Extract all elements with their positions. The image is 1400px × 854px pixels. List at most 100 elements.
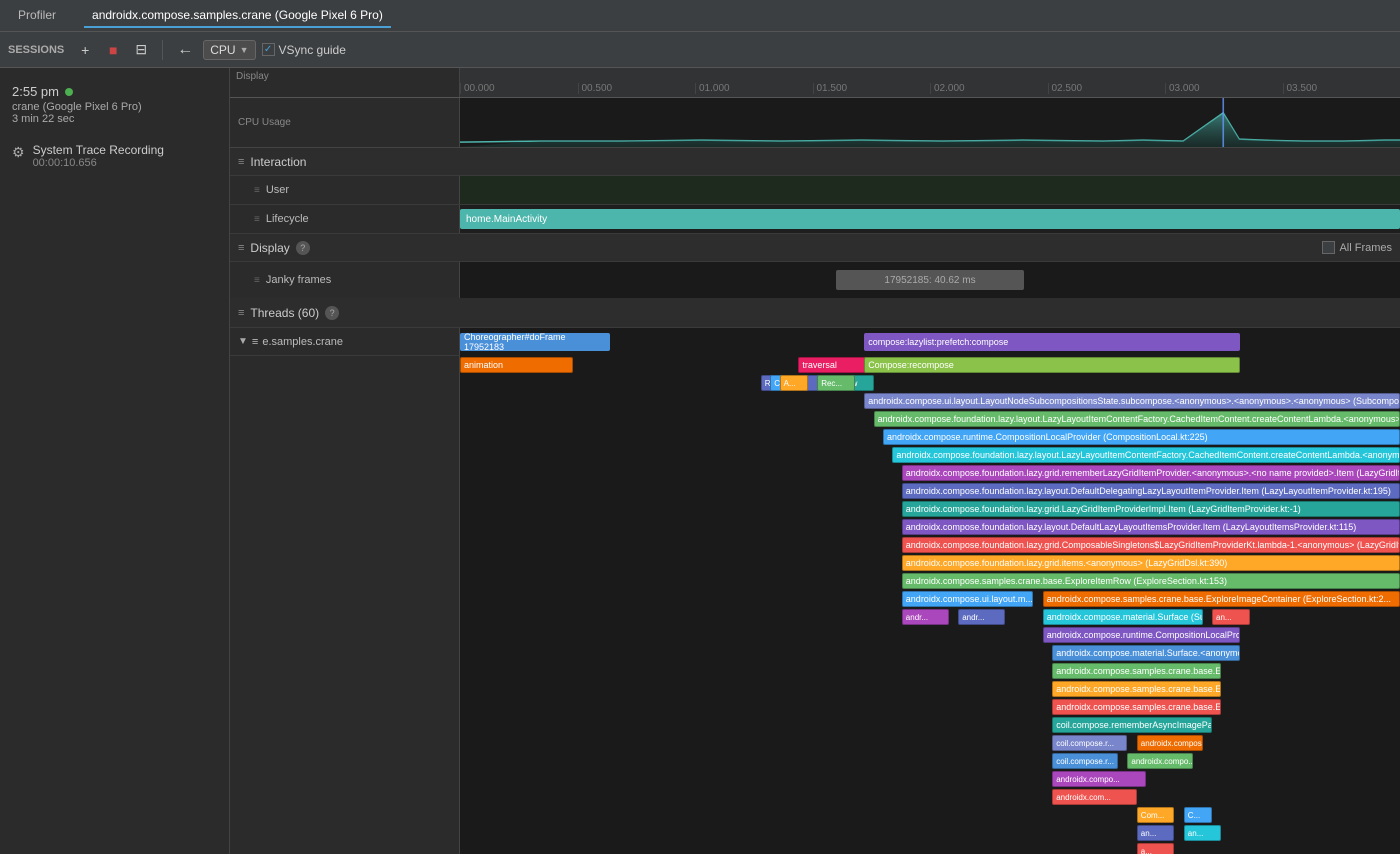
flame-row-5: androidx.compose.runtime.CompositionLoca… [460, 428, 1400, 446]
main-layout: 2:55 pm crane (Google Pixel 6 Pro) 3 min… [0, 68, 1400, 854]
user-track-content[interactable] [460, 176, 1400, 204]
main-activity-bar: home.MainActivity [460, 209, 1400, 229]
tick-4: 02.000 [930, 83, 1048, 94]
flame-row-10: androidx.compose.foundation.lazy.layout.… [460, 518, 1400, 536]
flame-row-21: coil.compose.rememberAsyncImagePainter (… [460, 716, 1400, 734]
sidebar: 2:55 pm crane (Google Pixel 6 Pro) 3 min… [0, 68, 230, 854]
tick-2: 01.000 [695, 83, 813, 94]
add-session-button[interactable]: + [74, 39, 96, 61]
tick-5: 02.500 [1048, 83, 1166, 94]
janky-value: 17952185: 40.62 ms [884, 275, 975, 286]
flame-row-27: an... an... [460, 824, 1400, 842]
toolbar-divider [162, 40, 163, 60]
flame-row-3: androidx.compose.ui.layout.LayoutNodeSub… [460, 392, 1400, 410]
explore-image-container-block: androidx.compose.samples.crane.base.Expl… [1043, 591, 1400, 607]
thread-label[interactable]: ▼ ≡ e.samples.crane [230, 328, 460, 355]
rec-block: Rec... [817, 375, 855, 391]
display-section-header[interactable]: ≡ Display ? All Frames [230, 234, 1400, 262]
default-lazy-items-block: androidx.compose.foundation.lazy.layout.… [902, 519, 1400, 535]
activity-name: home.MainActivity [466, 214, 547, 225]
coil-async-block: coil.compose.rememberAsyncImagePainter (… [1052, 717, 1212, 733]
flame-row-19: androidx.compose.samples.crane.base.Expl… [460, 680, 1400, 698]
flame-row-22: coil.compose.r... androidx.compose.u... [460, 734, 1400, 752]
user-track-row: ≡ User [230, 176, 1400, 205]
flame-row-11: androidx.compose.foundation.lazy.grid.Co… [460, 536, 1400, 554]
all-frames-label: All Frames [1339, 242, 1392, 254]
lifecycle-track-content[interactable]: home.MainActivity [460, 205, 1400, 233]
flame-row-20: androidx.compose.samples.crane.base.Expl… [460, 698, 1400, 716]
back-button[interactable]: ← [173, 39, 197, 61]
surface-anon-block: androidx.compose.material.Surface.<anony… [1052, 645, 1240, 661]
cpu-dropdown-arrow: ▼ [240, 45, 249, 55]
ruler-row: Display 00.000 00.500 01.000 01.500 02.0… [230, 68, 1400, 98]
lifecycle-track-row: ≡ Lifecycle home.MainActivity [230, 205, 1400, 234]
live-indicator [65, 88, 73, 96]
sections[interactable]: ≡ Interaction ≡ User ≡ Lifecycle [230, 148, 1400, 854]
cached-item-block: androidx.compose.foundation.lazy.layout.… [874, 411, 1400, 427]
flame-row-12: androidx.compose.foundation.lazy.grid.it… [460, 554, 1400, 572]
janky-track-row: ≡ Janky frames 17952185: 40.62 ms [230, 262, 1400, 298]
lifecycle-label: Lifecycle [266, 213, 309, 225]
flame-row-26: Com... C... [460, 806, 1400, 824]
flame-row-9: androidx.compose.foundation.lazy.grid.La… [460, 500, 1400, 518]
cpu-chart-row: CPU Usage [230, 98, 1400, 148]
andr2-block: andr... [958, 609, 1005, 625]
user-menu-icon[interactable]: ≡ [254, 185, 260, 196]
layout-node-block: androidx.compose.ui.layout.LayoutNodeSub… [864, 393, 1400, 409]
an-block: an... [1212, 609, 1250, 625]
tick-3: 01.500 [813, 83, 931, 94]
c-block: C... [1184, 807, 1212, 823]
all-frames-check[interactable]: All Frames [1322, 241, 1392, 254]
split-button[interactable]: ⊟ [130, 39, 152, 61]
thread-top-bar[interactable]: Choreographer#doFrame 17952183 compose:l… [460, 328, 1400, 356]
cached2-block: androidx.compose.foundation.lazy.layout.… [892, 447, 1400, 463]
a-final-block: a... [1137, 843, 1175, 854]
sessions-label: SESSIONS [8, 44, 64, 56]
flame-row-4: androidx.compose.foundation.lazy.layout.… [460, 410, 1400, 428]
tab-main[interactable]: androidx.compose.samples.crane (Google P… [84, 4, 391, 28]
stop-button[interactable]: ■ [102, 39, 124, 61]
tick-6: 03.000 [1165, 83, 1283, 94]
lifecycle-menu-icon[interactable]: ≡ [254, 214, 260, 225]
composable-singletons-block: androidx.compose.foundation.lazy.grid.Co… [902, 537, 1400, 553]
an2-block: an... [1184, 825, 1222, 841]
janky-track-content[interactable]: 17952185: 40.62 ms [460, 262, 1400, 298]
threads-section-header[interactable]: ≡ Threads (60) ? [230, 298, 1400, 328]
flame-row-23: coil.compose.r... androidx.compo... [460, 752, 1400, 770]
flame-row-2: Recom... draw Co... Rec... A... [460, 374, 1400, 392]
cpu-selector[interactable]: CPU ▼ [203, 40, 255, 60]
recording-item[interactable]: ⚙ System Trace Recording 00:00:10.656 [0, 137, 229, 175]
ui-layout-block: androidx.compose.ui.layout.m... [902, 591, 1034, 607]
recompose-block: Compose:recompose [864, 357, 1240, 373]
flame-row-24: androidx.compo... [460, 770, 1400, 788]
threads-help-icon[interactable]: ? [325, 306, 339, 320]
tick-1: 00.500 [578, 83, 696, 94]
janky-label: Janky frames [266, 274, 331, 286]
janky-menu-icon[interactable]: ≡ [254, 275, 260, 286]
display-help-icon[interactable]: ? [296, 241, 310, 255]
all-frames-checkbox[interactable] [1322, 241, 1335, 254]
gear-icon: ⚙ [12, 144, 25, 161]
thread-expand-icon[interactable]: ▼ [238, 336, 248, 347]
interaction-expand-icon: ≡ [238, 156, 244, 168]
ruler-ticks-area: 00.000 00.500 01.000 01.500 02.000 02.50… [460, 68, 1400, 97]
androidx-compo2-block: androidx.compo... [1052, 771, 1146, 787]
flame-row-14: androidx.compose.ui.layout.m... androidx… [460, 590, 1400, 608]
thread-menu-icon[interactable]: ≡ [252, 336, 258, 348]
right-panel: Display 00.000 00.500 01.000 01.500 02.0… [230, 68, 1400, 854]
vsync-check[interactable]: VSync guide [262, 43, 346, 57]
flame-row-7: androidx.compose.foundation.lazy.grid.re… [460, 464, 1400, 482]
vsync-checkbox[interactable] [262, 43, 275, 56]
interaction-section-header[interactable]: ≡ Interaction [230, 148, 1400, 176]
tab-profiler[interactable]: Profiler [10, 4, 64, 28]
flame-row-16: androidx.compose.runtime.CompositionLoca… [460, 626, 1400, 644]
thread-track-row: ▼ ≡ e.samples.crane Choreographer#doFram… [230, 328, 1400, 854]
ruler-spacer: Display [230, 68, 460, 97]
cpu-label-area: CPU Usage [230, 98, 460, 147]
a-block: A... [780, 375, 808, 391]
flame-chart-area[interactable]: animation traversal Compose:recompose Re… [460, 356, 1400, 854]
cpu-usage-text: CPU Usage [238, 117, 291, 128]
toolbar: SESSIONS + ■ ⊟ ← CPU ▼ VSync guide [0, 32, 1400, 68]
display-expand-icon: ≡ [238, 242, 244, 254]
andr1-block: andr... [902, 609, 949, 625]
